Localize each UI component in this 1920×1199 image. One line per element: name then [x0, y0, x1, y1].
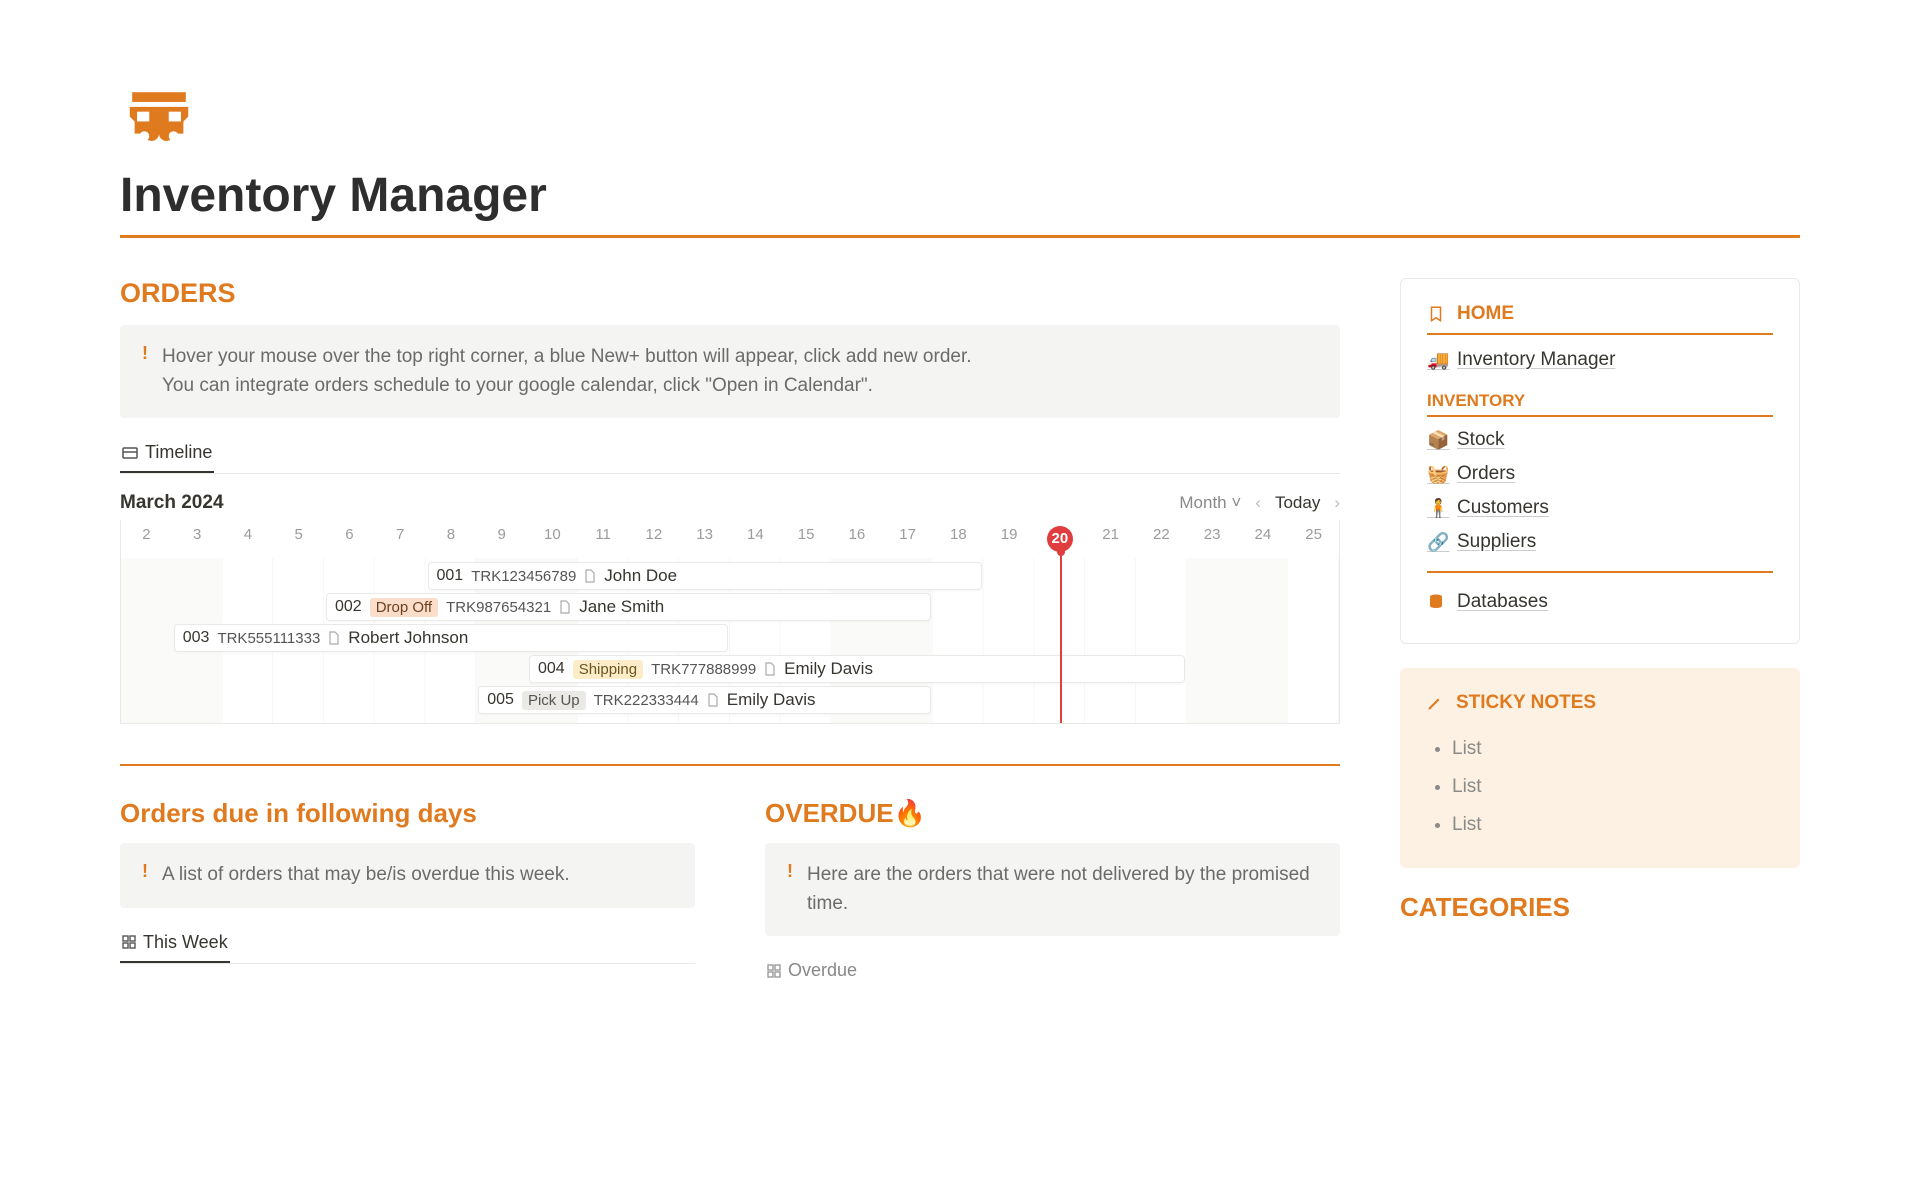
page-icon — [584, 569, 596, 583]
sticky-notes-card: STICKY NOTES List List List — [1400, 668, 1800, 868]
orders-callout: ! Hover your mouse over the top right co… — [120, 325, 1340, 418]
day-cell: 23 — [1187, 526, 1238, 552]
next-button[interactable]: › — [1334, 493, 1340, 513]
day-cell: 13 — [679, 526, 730, 552]
timeline-item[interactable]: 005Pick UpTRK222333444Emily Davis — [478, 686, 931, 714]
timeline-icon — [122, 445, 138, 461]
day-cell: 18 — [933, 526, 984, 552]
day-cell: 3 — [172, 526, 223, 552]
board-icon — [767, 964, 781, 978]
divider — [1427, 571, 1773, 573]
basket-icon: 🧺 — [1427, 464, 1447, 485]
timeline-month: March 2024 — [120, 492, 224, 514]
callout-text: Here are the orders that were not delive… — [807, 861, 1318, 918]
day-cell: 12 — [629, 526, 680, 552]
exclaim-icon: ! — [142, 861, 148, 890]
weekend-shade — [1187, 558, 1289, 723]
today-line — [1060, 552, 1062, 723]
board-icon — [122, 935, 136, 949]
list-item[interactable]: List — [1452, 768, 1774, 806]
day-cell: 17 — [882, 526, 933, 552]
day-cell: 7 — [375, 526, 426, 552]
callout-text: A list of orders that may be/is overdue … — [162, 861, 570, 890]
overdue-callout: ! Here are the orders that were not deli… — [765, 843, 1340, 936]
orders-tabbar: Timeline — [120, 436, 1340, 474]
link-orders[interactable]: 🧺 Orders — [1427, 457, 1773, 491]
person-icon: 🧍 — [1427, 498, 1447, 519]
timeline[interactable]: 2345678910111213141516171819202122232425… — [120, 520, 1340, 724]
categories-heading: CATEGORIES — [1400, 892, 1800, 923]
day-cell: 21 — [1085, 526, 1136, 552]
tab-overdue[interactable]: Overdue — [765, 954, 859, 989]
range-selector[interactable]: Month ˅ — [1179, 493, 1241, 513]
day-cell: 9 — [476, 526, 527, 552]
day-cell: 6 — [324, 526, 375, 552]
due-heading: Orders due in following days — [120, 798, 695, 829]
database-icon — [1427, 593, 1447, 611]
day-cell: 10 — [527, 526, 578, 552]
page-title: Inventory Manager — [120, 168, 1800, 223]
truck-icon: 🚚 — [1427, 350, 1447, 371]
tab-this-week[interactable]: This Week — [120, 926, 230, 963]
callout-line: Hover your mouse over the top right corn… — [162, 343, 972, 372]
day-cell: 4 — [223, 526, 274, 552]
home-heading: HOME — [1427, 303, 1773, 335]
due-callout: ! A list of orders that may be/is overdu… — [120, 843, 695, 908]
sticky-list: List List List — [1426, 730, 1774, 844]
bookmark-icon — [1427, 305, 1445, 323]
link-inventory-manager[interactable]: 🚚 Inventory Manager — [1427, 343, 1773, 377]
nav-card: HOME 🚚 Inventory Manager INVENTORY 📦 Sto… — [1400, 278, 1800, 644]
title-divider — [120, 235, 1800, 238]
day-cell: 25 — [1288, 526, 1339, 552]
timeline-item[interactable]: 003TRK555111333Robert Johnson — [174, 624, 728, 652]
exclaim-icon: ! — [142, 343, 148, 400]
page-icon — [707, 693, 719, 707]
day-cell: 16 — [832, 526, 883, 552]
link-stock[interactable]: 📦 Stock — [1427, 423, 1773, 457]
tab-timeline[interactable]: Timeline — [120, 436, 214, 473]
tab-label: This Week — [143, 932, 228, 953]
day-cell: 22 — [1136, 526, 1187, 552]
day-cell: 24 — [1238, 526, 1289, 552]
divider — [120, 764, 1340, 766]
callout-line: You can integrate orders schedule to you… — [162, 372, 972, 401]
day-cell: 19 — [984, 526, 1035, 552]
prev-button[interactable]: ‹ — [1255, 493, 1261, 513]
pencil-icon — [1426, 694, 1444, 712]
link-databases[interactable]: Databases — [1427, 585, 1773, 619]
page-icon — [764, 662, 776, 676]
inventory-heading: INVENTORY — [1427, 391, 1773, 417]
sticky-heading: STICKY NOTES — [1426, 692, 1774, 722]
box-icon: 📦 — [1427, 430, 1447, 451]
day-cell: 5 — [273, 526, 324, 552]
link-customers[interactable]: 🧍 Customers — [1427, 491, 1773, 525]
day-cell: 15 — [781, 526, 832, 552]
day-cell: 14 — [730, 526, 781, 552]
link-icon: 🔗 — [1427, 532, 1447, 553]
orders-heading: ORDERS — [120, 278, 1340, 309]
page-icon — [559, 600, 571, 614]
timeline-item[interactable]: 001TRK123456789John Doe — [428, 562, 982, 590]
list-item[interactable]: List — [1452, 730, 1774, 768]
overdue-heading: OVERDUE🔥 — [765, 798, 1340, 829]
page-icon — [328, 631, 340, 645]
day-cell: 8 — [426, 526, 477, 552]
tab-label: Timeline — [145, 442, 212, 463]
exclaim-icon: ! — [787, 861, 793, 918]
day-cell: 11 — [578, 526, 629, 552]
truck-icon — [120, 80, 198, 158]
list-item[interactable]: List — [1452, 806, 1774, 844]
day-cell: 2 — [121, 526, 172, 552]
link-suppliers[interactable]: 🔗 Suppliers — [1427, 525, 1773, 559]
timeline-item[interactable]: 002Drop OffTRK987654321Jane Smith — [326, 593, 931, 621]
timeline-item[interactable]: 004ShippingTRK777888999Emily Davis — [529, 655, 1185, 683]
today-button[interactable]: Today — [1275, 493, 1320, 513]
tab-label: Overdue — [788, 960, 857, 981]
